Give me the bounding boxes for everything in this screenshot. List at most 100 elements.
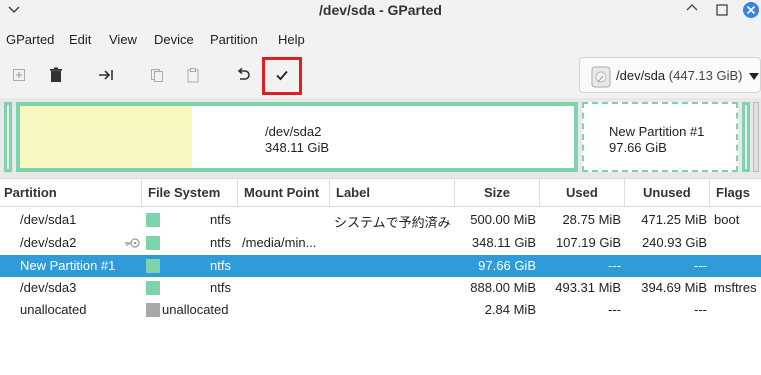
partition-table: Partition File System Mount Point Label … xyxy=(0,178,761,375)
menu-edit[interactable]: Edit xyxy=(69,32,91,47)
copy-icon xyxy=(151,69,163,82)
new-partition-button[interactable] xyxy=(4,61,34,89)
fs-color-swatch xyxy=(146,213,160,227)
title-bar: /dev/sda - GParted xyxy=(0,0,761,26)
cell-mount-point: /media/min... xyxy=(242,235,317,250)
fs-color-swatch xyxy=(146,236,160,250)
menu-help[interactable]: Help xyxy=(278,32,305,47)
menu-partition[interactable]: Partition xyxy=(210,32,258,47)
cell-unused: 394.69 MiB xyxy=(641,280,707,295)
column-separator[interactable] xyxy=(141,179,142,206)
new-partition-icon xyxy=(13,69,25,81)
paste-button[interactable] xyxy=(178,61,208,89)
header-mount-point[interactable]: Mount Point xyxy=(244,185,319,200)
window-title: /dev/sda - GParted xyxy=(319,2,442,18)
disk-map-sda1[interactable] xyxy=(4,102,12,172)
menu-gparted[interactable]: GParted xyxy=(6,32,54,47)
disk-map: /dev/sda2 348.11 GiB New Partition #1 97… xyxy=(0,98,761,178)
cell-label: システムで予約済み xyxy=(334,215,451,230)
cell-file-system: ntfs xyxy=(210,212,231,227)
header-partition[interactable]: Partition xyxy=(4,185,57,200)
column-separator[interactable] xyxy=(329,179,330,206)
mounted-key-icon xyxy=(125,238,140,248)
cell-unused: 240.93 GiB xyxy=(641,235,707,250)
cell-file-system: unallocated xyxy=(162,302,229,317)
table-header: Partition File System Mount Point Label … xyxy=(0,178,761,207)
minimize-icon[interactable] xyxy=(683,1,701,19)
header-used[interactable]: Used xyxy=(566,185,598,200)
new-partition-map-name: New Partition #1 xyxy=(609,124,705,139)
disk-map-new-partition[interactable]: New Partition #1 97.66 GiB xyxy=(582,102,738,172)
drive-icon xyxy=(591,66,611,88)
cell-unused: --- xyxy=(694,302,707,317)
sda2-map-size: 348.11 GiB xyxy=(265,140,330,155)
header-unused[interactable]: Unused xyxy=(643,185,691,200)
cell-size: 2.84 MiB xyxy=(484,302,536,317)
disk-map-unallocated[interactable] xyxy=(753,102,759,172)
cell-partition: /dev/sda3 xyxy=(20,280,77,295)
copy-button[interactable] xyxy=(142,61,172,89)
cell-used: 28.75 MiB xyxy=(562,212,621,227)
device-selector[interactable]: /dev/sda (447.13 GiB) xyxy=(579,57,761,93)
delete-button[interactable] xyxy=(41,61,71,89)
trash-icon xyxy=(50,67,62,82)
header-flags[interactable]: Flags xyxy=(716,185,750,200)
table-row-selected[interactable]: New Partition #1 ntfs 97.66 GiB --- --- xyxy=(0,255,761,277)
cell-file-system: ntfs xyxy=(210,235,231,250)
cell-flags: boot xyxy=(714,212,740,227)
column-separator[interactable] xyxy=(709,179,710,206)
cell-unused: 471.25 MiB xyxy=(641,212,707,227)
header-file-system[interactable]: File System xyxy=(148,185,220,200)
resize-move-icon xyxy=(99,70,113,80)
menu-device[interactable]: Device xyxy=(154,32,194,47)
table-row[interactable]: /dev/sda3 ntfs 888.00 MiB 493.31 MiB 394… xyxy=(0,277,761,299)
fs-color-swatch xyxy=(146,303,160,317)
cell-partition: New Partition #1 xyxy=(20,258,116,273)
cell-used: --- xyxy=(608,258,621,273)
sda2-map-label: /dev/sda2 348.11 GiB xyxy=(265,124,329,156)
header-size[interactable]: Size xyxy=(484,185,510,200)
cell-size: 500.00 MiB xyxy=(470,212,536,227)
disk-map-sda2[interactable]: /dev/sda2 348.11 GiB xyxy=(16,102,578,172)
cell-unused: --- xyxy=(694,258,707,273)
cell-partition: /dev/sda1 xyxy=(20,212,77,227)
undo-button[interactable] xyxy=(228,61,258,89)
fs-color-swatch xyxy=(146,259,160,273)
cell-used: --- xyxy=(608,302,621,317)
apply-highlight-box xyxy=(262,57,302,95)
used-space-bar xyxy=(20,106,192,168)
table-row[interactable]: unallocated unallocated 2.84 MiB --- --- xyxy=(0,299,761,321)
sda2-map-name: /dev/sda2 xyxy=(265,124,322,139)
new-partition-map-label: New Partition #1 97.66 GiB xyxy=(609,124,704,156)
column-separator[interactable] xyxy=(454,179,455,206)
cell-size: 888.00 MiB xyxy=(470,280,536,295)
toolbar: /dev/sda (447.13 GiB) xyxy=(0,54,761,99)
close-icon[interactable] xyxy=(742,1,760,19)
table-row[interactable]: /dev/sda1 ntfs システムで予約済み 500.00 MiB 28.7… xyxy=(0,209,761,231)
disk-map-sda3[interactable] xyxy=(742,102,750,172)
column-separator[interactable] xyxy=(539,179,540,206)
cell-flags: msftres xyxy=(714,280,757,295)
column-separator[interactable] xyxy=(624,179,625,206)
device-path: /dev/sda xyxy=(616,68,666,83)
device-label: /dev/sda (447.13 GiB) xyxy=(616,68,742,83)
menu-bar: GParted Edit View Device Partition Help xyxy=(0,26,761,54)
cell-size: 348.11 GiB xyxy=(471,235,536,250)
resize-move-button[interactable] xyxy=(91,61,121,89)
column-separator[interactable] xyxy=(237,179,238,206)
maximize-icon[interactable] xyxy=(713,1,731,19)
cell-used: 493.31 MiB xyxy=(555,280,621,295)
cell-partition: unallocated xyxy=(20,302,87,317)
cell-file-system: ntfs xyxy=(210,280,231,295)
cell-partition: /dev/sda2 xyxy=(20,235,77,250)
dropdown-arrow-icon xyxy=(749,73,759,80)
new-partition-map-size: 97.66 GiB xyxy=(609,140,667,155)
header-label[interactable]: Label xyxy=(336,185,370,200)
cell-file-system: ntfs xyxy=(210,258,231,273)
device-size: (447.13 GiB) xyxy=(668,68,743,83)
fs-color-swatch xyxy=(146,281,160,295)
paste-icon xyxy=(187,68,199,83)
table-row[interactable]: /dev/sda2 ntfs /media/min... 348.11 GiB … xyxy=(0,232,761,254)
cell-size: 97.66 GiB xyxy=(478,258,536,273)
menu-view[interactable]: View xyxy=(109,32,137,47)
